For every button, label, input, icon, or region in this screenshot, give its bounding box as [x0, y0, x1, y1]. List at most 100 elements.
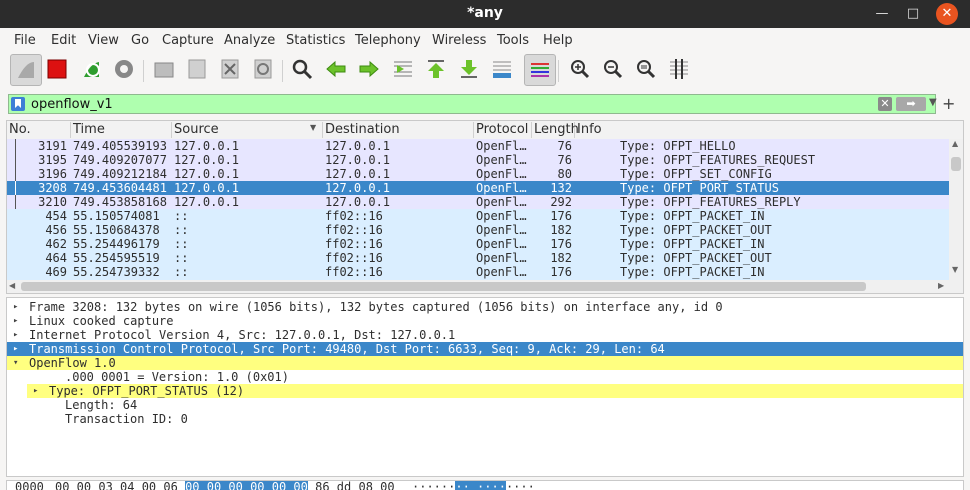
go-forward-icon[interactable] — [355, 55, 383, 83]
display-filter-input[interactable]: openflow_v1 — [31, 97, 113, 112]
packet-cell-len: 292 — [550, 195, 572, 209]
zoom-out-icon[interactable] — [599, 55, 627, 83]
menu-statistics[interactable]: Statistics — [286, 33, 345, 48]
apply-filter-button[interactable]: ➡ — [896, 97, 926, 111]
open-file-icon[interactable] — [150, 55, 178, 83]
expand-arrow-right-icon[interactable]: ▸ — [13, 300, 18, 314]
menu-bar: File Edit View Go Capture Analyze Statis… — [0, 30, 970, 52]
packet-list-horizontal-scrollbar[interactable]: ◀ ▶ — [7, 280, 949, 293]
filter-history-dropdown-icon[interactable]: ▼ — [929, 97, 937, 108]
zoom-reset-icon[interactable] — [632, 55, 660, 83]
menu-edit[interactable]: Edit — [51, 33, 76, 48]
packet-list-vertical-scrollbar[interactable]: ▲ ▼ — [949, 139, 963, 293]
reload-file-icon[interactable] — [249, 55, 277, 83]
expand-arrow-right-icon[interactable]: ▸ — [13, 342, 18, 356]
start-capture-icon[interactable] — [10, 54, 42, 86]
packet-row[interactable]: 3196 749.409212184 127.0.0.1 127.0.0.1 OpenF… — [7, 167, 949, 181]
packet-row[interactable]: 3195 749.409207077 127.0.0.1 127.0.0.1 OpenF… — [7, 153, 949, 167]
packet-row[interactable]: 3191 749.405539193 127.0.0.1 127.0.0.1 OpenF… — [7, 139, 949, 153]
packet-cell-len: 182 — [550, 223, 572, 237]
packet-cell-no: 3196 — [38, 167, 67, 181]
menu-file[interactable]: File — [14, 33, 36, 48]
detail-text: Frame 3208: 132 bytes on wire (1056 bits… — [29, 300, 723, 314]
go-back-icon[interactable] — [322, 55, 350, 83]
go-to-packet-icon[interactable] — [389, 55, 417, 83]
detail-row[interactable]: ▸ Internet Protocol Version 4, Src: 127.0… — [7, 328, 963, 342]
menu-help[interactable]: Help — [543, 33, 573, 48]
resize-columns-icon[interactable] — [665, 55, 693, 83]
menu-capture[interactable]: Capture — [162, 33, 214, 48]
packet-cell-info: Type: OFPT_PORT_STATUS — [620, 181, 779, 195]
menu-wireless[interactable]: Wireless — [432, 33, 486, 48]
close-window-button[interactable]: ✕ — [936, 3, 958, 25]
packet-cell-no: 456 — [45, 223, 67, 237]
expand-arrow-down-icon[interactable]: ▾ — [13, 356, 18, 370]
packet-row[interactable]: 3208 749.453604481 127.0.0.1 127.0.0.1 OpenF… — [7, 181, 949, 195]
column-header-source[interactable]: Source — [172, 122, 323, 138]
restart-capture-icon[interactable] — [77, 55, 105, 83]
column-header-protocol[interactable]: Protocol — [474, 122, 532, 138]
menu-analyze[interactable]: Analyze — [224, 33, 275, 48]
maximize-button[interactable]: □ — [903, 4, 923, 24]
packet-row[interactable]: 469 55.254739332:: ff02::16 OpenFl… 176 Type:… — [7, 265, 949, 279]
packet-cell-len: 132 — [550, 181, 572, 195]
packet-cell-proto: OpenFl… — [476, 265, 527, 279]
packet-cell-proto: OpenFl… — [476, 209, 527, 223]
menu-go[interactable]: Go — [131, 33, 149, 48]
packet-row[interactable]: 464 55.254595519:: ff02::16 OpenFl… 182 Type:… — [7, 251, 949, 265]
detail-row[interactable]: ▸ Linux cooked capture — [7, 314, 963, 328]
packet-cell-proto: OpenFl… — [476, 167, 527, 181]
packet-cell-src: 127.0.0.1 — [174, 139, 240, 153]
go-first-icon[interactable] — [422, 55, 450, 83]
window-title: *any — [467, 5, 503, 21]
stop-capture-icon[interactable] — [43, 55, 71, 83]
detail-row[interactable]: ▾ OpenFlow 1.0 — [7, 356, 963, 370]
bookmark-icon[interactable] — [11, 97, 25, 111]
hex-bytes[interactable]: 00 00 03 04 00 06 00 00 00 00 00 00 86 d… — [55, 481, 395, 490]
column-header-length[interactable]: Length — [532, 122, 579, 138]
expand-arrow-right-icon[interactable]: ▸ — [13, 328, 18, 342]
detail-row[interactable]: ▸ Type: OFPT_PORT_STATUS (12) — [27, 384, 963, 398]
colorize-icon[interactable] — [524, 54, 556, 86]
detail-text: Transaction ID: 0 — [65, 412, 188, 426]
packet-cell-time: 749.409207077 — [73, 153, 167, 167]
detail-row[interactable]: ▸ Transmission Control Protocol, Src Port… — [7, 342, 963, 356]
column-header-destination[interactable]: Destination — [323, 122, 474, 138]
menu-telephony[interactable]: Telephony — [355, 33, 421, 48]
detail-text: Linux cooked capture — [29, 314, 174, 328]
packet-row[interactable]: 3210 749.453858168 127.0.0.1 127.0.0.1 OpenF… — [7, 195, 949, 209]
add-filter-button-icon[interactable]: + — [942, 94, 955, 113]
packet-cell-len: 176 — [550, 209, 572, 223]
expand-arrow-right-icon[interactable]: ▸ — [33, 384, 38, 398]
packet-cell-proto: OpenFl… — [476, 153, 527, 167]
detail-row[interactable]: .000 0001 = Version: 1.0 (0x01) — [7, 370, 963, 384]
clear-filter-icon[interactable]: ✕ — [878, 97, 892, 111]
packet-cell-dst: ff02::16 — [325, 265, 383, 279]
packet-row[interactable]: 454 55.150574081:: ff02::16 OpenFl… 176 Type:… — [7, 209, 949, 223]
expand-arrow-right-icon[interactable]: ▸ — [13, 314, 18, 328]
packet-cell-time: 55.254739332 — [73, 265, 160, 279]
close-file-icon[interactable] — [216, 55, 244, 83]
detail-row[interactable]: Length: 64 — [7, 398, 963, 412]
packet-bytes-pane: 0000 00 00 03 04 00 06 00 00 00 00 00 00… — [6, 480, 964, 490]
column-header-time[interactable]: Time — [71, 122, 172, 138]
hex-ascii[interactable]: ········ ········ — [412, 481, 535, 490]
detail-row[interactable]: ▸ Frame 3208: 132 bytes on wire (1056 bit… — [7, 300, 963, 314]
column-header-no[interactable]: No. — [7, 122, 71, 138]
detail-row[interactable]: Transaction ID: 0 — [7, 412, 963, 426]
menu-tools[interactable]: Tools — [497, 33, 529, 48]
autoscroll-icon[interactable] — [488, 55, 516, 83]
packet-cell-len: 76 — [557, 153, 572, 167]
packet-cell-len: 176 — [550, 265, 572, 279]
packet-row[interactable]: 456 55.150684378:: ff02::16 OpenFl… 182 Type:… — [7, 223, 949, 237]
menu-view[interactable]: View — [88, 33, 119, 48]
find-packet-icon[interactable] — [288, 55, 316, 83]
go-last-icon[interactable] — [455, 55, 483, 83]
minimize-button[interactable]: — — [872, 4, 892, 24]
packet-cell-no: 3191 — [38, 139, 67, 153]
save-file-icon[interactable] — [183, 55, 211, 83]
capture-options-icon[interactable] — [110, 55, 138, 83]
column-header-info[interactable]: Info — [575, 122, 947, 138]
packet-row[interactable]: 462 55.254496179:: ff02::16 OpenFl… 176 Type:… — [7, 237, 949, 251]
zoom-in-icon[interactable] — [566, 55, 594, 83]
